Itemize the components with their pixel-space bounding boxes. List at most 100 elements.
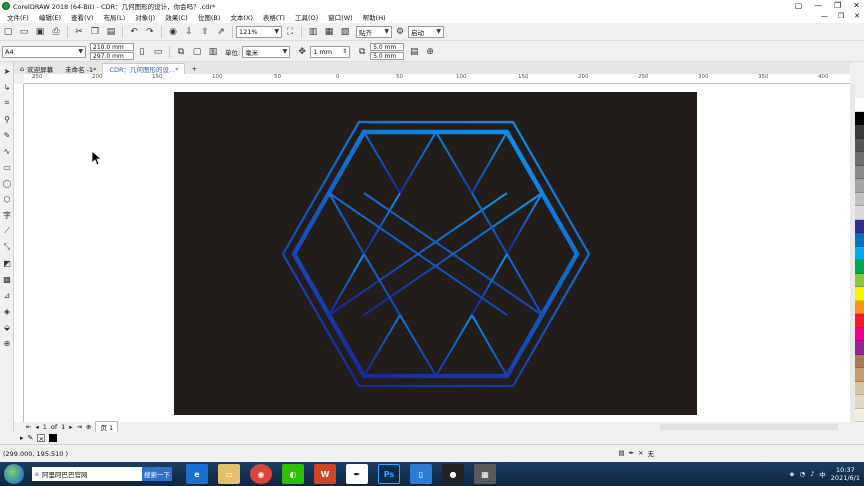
horizontal-ruler[interactable]: 250 200 150 100 50 0 50 100 150 200 250 …	[24, 74, 850, 84]
taskbar-clock[interactable]: 10:37 2021/6/1	[831, 466, 860, 482]
tray-volume-icon[interactable]: ♪	[810, 470, 814, 478]
outline-pen-icon[interactable]: ✒	[629, 449, 634, 457]
menu-effects[interactable]: 效果(C)	[160, 12, 193, 22]
color-palette[interactable]	[855, 98, 864, 422]
duplicate-x-field[interactable]: 5.0 mm	[370, 43, 405, 51]
swatch-yellow[interactable]	[855, 287, 864, 301]
photoshop-icon[interactable]: Ps	[378, 464, 400, 484]
menu-bitmaps[interactable]: 位图(B)	[193, 12, 226, 22]
menu-tools[interactable]: 工具(O)	[290, 12, 323, 22]
options-gear-icon[interactable]: ⚙	[394, 26, 406, 38]
export-icon[interactable]: ⇧	[199, 26, 211, 38]
wechat-icon[interactable]: ◐	[282, 464, 304, 484]
next-page-icon[interactable]: ▸	[69, 423, 72, 431]
geometric-hexagon-artwork[interactable]	[174, 92, 697, 415]
add-page-icon[interactable]: ⊕	[424, 46, 436, 58]
zoom-level-combo[interactable]: 121% ▼	[236, 25, 282, 38]
swatch-gray-70[interactable]	[855, 152, 864, 166]
swatch-black[interactable]	[855, 111, 864, 125]
help-window-button[interactable]: ▢	[795, 0, 803, 11]
menu-object[interactable]: 对象(J)	[130, 12, 160, 22]
menu-view[interactable]: 查看(V)	[66, 12, 99, 22]
portrait-icon[interactable]: ▯	[136, 46, 148, 58]
swatch-green[interactable]	[855, 260, 864, 274]
print-icon[interactable]: ⎙	[50, 26, 62, 38]
full-screen-icon[interactable]: ⛶	[284, 26, 296, 38]
crop-tool-icon[interactable]: ⌗	[1, 97, 13, 109]
current-page-icon[interactable]: ▢	[191, 46, 203, 58]
ellipse-tool-icon[interactable]: ◯	[1, 177, 13, 189]
swatch-gray-50[interactable]	[855, 179, 864, 193]
tab-welcome-screen[interactable]: ⌂ 欢迎屏幕	[14, 63, 59, 74]
interactive-fill-tool-icon[interactable]: ◈	[1, 305, 13, 317]
application-launcher[interactable]: 启动 ▼	[408, 25, 444, 38]
wps-icon[interactable]: W	[314, 464, 336, 484]
minimize-button[interactable]: —	[814, 0, 822, 11]
connector-tool-icon[interactable]: ⤡	[1, 241, 13, 253]
vertical-ruler[interactable]	[14, 84, 24, 422]
menu-text[interactable]: 文本(X)	[225, 12, 258, 22]
menu-file[interactable]: 文件(F)	[2, 12, 34, 22]
start-button[interactable]	[4, 464, 24, 484]
coreldraw-taskbar-icon[interactable]: ✒	[346, 464, 368, 484]
swatch-white[interactable]	[855, 98, 864, 112]
fill-indicator-icon[interactable]: ▤	[618, 449, 624, 457]
document-page[interactable]	[174, 92, 697, 415]
text-tool-icon[interactable]: 字	[1, 209, 13, 221]
zoom-tool-icon[interactable]: ⚲	[1, 113, 13, 125]
swatch-ivory[interactable]	[855, 408, 864, 422]
horizontal-scrollbar[interactable]	[660, 424, 838, 430]
cut-icon[interactable]: ✂	[73, 26, 85, 38]
duplicate-y-field[interactable]: 5.0 mm	[370, 52, 405, 60]
doc-minimize-button[interactable]: —	[821, 12, 828, 20]
internet-explorer-icon[interactable]: e	[186, 464, 208, 484]
chrome-icon[interactable]: ◉	[250, 464, 272, 484]
all-pages-icon[interactable]: ⧉	[175, 46, 187, 58]
swatch-cyan[interactable]	[855, 246, 864, 260]
units-combo[interactable]: 毫米 ▼	[242, 45, 291, 58]
new-document-icon[interactable]: ▢	[2, 26, 14, 38]
taskbar-search-box[interactable]: e 阿里阿巴巴官网 搜索一下	[32, 467, 172, 481]
swatch-gray-20[interactable]	[855, 206, 864, 220]
show-guidelines-icon[interactable]: ▧	[339, 26, 351, 38]
tray-ime-icon[interactable]: 中	[819, 469, 826, 479]
swatch-gray-60[interactable]	[855, 165, 864, 179]
menu-table[interactable]: 表格(T)	[258, 12, 290, 22]
swatch-cream[interactable]	[855, 395, 864, 409]
swatch-beige[interactable]	[855, 381, 864, 395]
artistic-media-tool-icon[interactable]: ∿	[1, 145, 13, 157]
shape-tool-icon[interactable]: ↳	[1, 81, 13, 93]
eyedropper-tool-icon[interactable]: ⊿	[1, 289, 13, 301]
calculator-icon[interactable]: ▦	[474, 464, 496, 484]
new-tab-button[interactable]: +	[185, 63, 202, 74]
first-page-icon[interactable]: ⇤	[26, 423, 31, 431]
close-button[interactable]: ✕	[853, 0, 860, 11]
tab-current-document[interactable]: CDR：几何图形的设...*	[102, 63, 186, 74]
copy-icon[interactable]: ❐	[89, 26, 101, 38]
swatch-lime[interactable]	[855, 273, 864, 287]
eyedropper-icon[interactable]: ✎	[28, 434, 34, 442]
page-layout-icon[interactable]: ▥	[207, 46, 219, 58]
swatch-no-color[interactable]: ⨯	[37, 434, 46, 443]
tray-app-icon[interactable]: ◈	[789, 470, 794, 478]
redo-icon[interactable]: ↷	[144, 26, 156, 38]
edit-page-icon[interactable]: ▤	[408, 46, 420, 58]
menu-window[interactable]: 窗口(W)	[323, 12, 358, 22]
menu-help[interactable]: 帮助(H)	[358, 12, 391, 22]
page-height-field[interactable]: 297.0 mm	[90, 52, 134, 60]
swatch-doc-black[interactable]	[49, 434, 58, 442]
swatch-magenta[interactable]	[855, 327, 864, 341]
menu-edit[interactable]: 编辑(E)	[34, 12, 66, 22]
polygon-tool-icon[interactable]: ⬡	[1, 193, 13, 205]
publish-pdf-icon[interactable]: ⇗	[215, 26, 227, 38]
search-content-icon[interactable]: ◉	[167, 26, 179, 38]
last-page-icon[interactable]: ⇥	[77, 423, 82, 431]
swatch-red[interactable]	[855, 314, 864, 328]
tab-untitled-1[interactable]: 未命名 -1*	[59, 63, 102, 74]
palette-arrow-icon[interactable]: ▸	[20, 434, 24, 442]
search-button[interactable]: 搜索一下	[142, 467, 172, 481]
page-size-combo[interactable]: A4 ▼	[2, 45, 86, 58]
transparency-tool-icon[interactable]: ▩	[1, 273, 13, 285]
swatch-purple[interactable]	[855, 341, 864, 355]
swatch-blue[interactable]	[855, 233, 864, 247]
